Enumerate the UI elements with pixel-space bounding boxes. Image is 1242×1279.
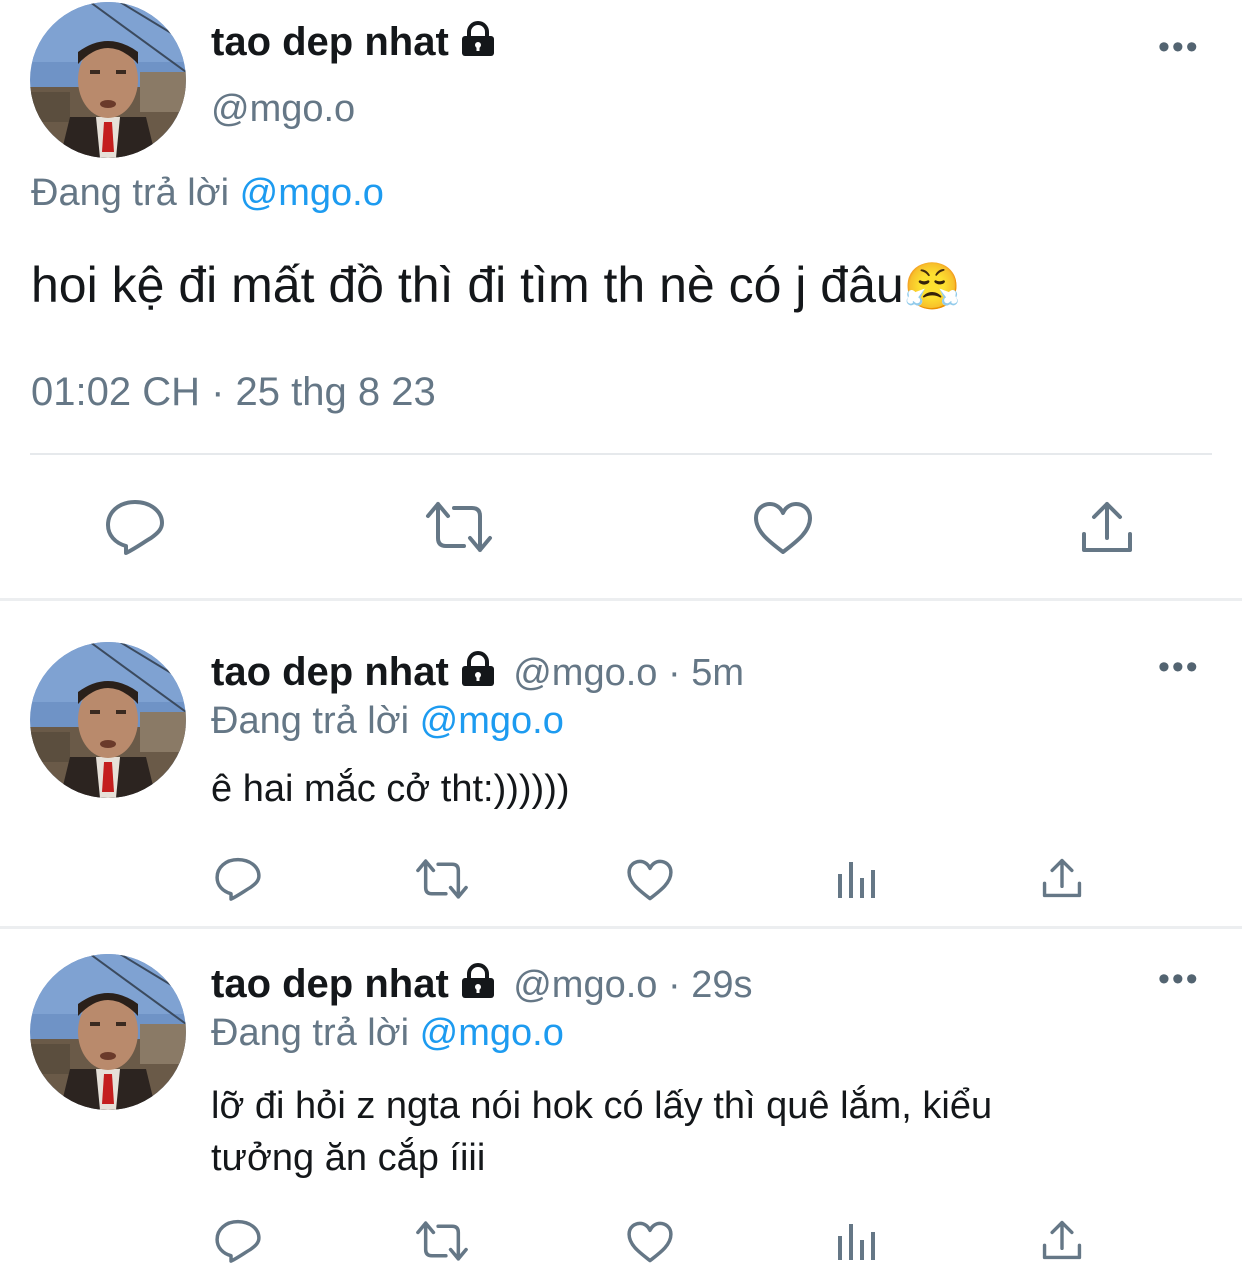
- reply-header: tao dep nhat @mgo.o · 5m: [211, 650, 744, 695]
- share-icon[interactable]: [1078, 498, 1136, 556]
- avatar[interactable]: [30, 2, 186, 158]
- like-icon[interactable]: [752, 500, 814, 556]
- retweet-icon[interactable]: [414, 858, 470, 900]
- tweet-text: hoi kệ đi mất đồ thì đi tìm th nè có j đ…: [31, 256, 961, 314]
- replying-to: Đang trả lời @mgo.o: [31, 172, 384, 215]
- like-icon[interactable]: [626, 1220, 674, 1264]
- reply-text: ê hai mắc cở tht:)))))): [211, 768, 570, 810]
- display-name[interactable]: tao dep nhat: [211, 650, 449, 694]
- more-options-icon[interactable]: •••: [1158, 960, 1200, 999]
- display-name[interactable]: tao dep nhat: [211, 962, 449, 1006]
- share-icon[interactable]: [1040, 1218, 1084, 1262]
- divider: [0, 598, 1242, 601]
- more-options-icon[interactable]: •••: [1158, 648, 1200, 687]
- reply-mention-link[interactable]: @mgo.o: [240, 172, 384, 214]
- analytics-icon[interactable]: [836, 858, 878, 900]
- retweet-icon[interactable]: [414, 1220, 470, 1262]
- avatar[interactable]: [30, 954, 186, 1110]
- handle-time[interactable]: @mgo.o · 29s: [513, 964, 752, 1006]
- divider: [0, 926, 1242, 929]
- reply-text-line: tưởng ăn cắp íiii: [211, 1137, 486, 1179]
- replying-to: Đang trả lời @mgo.o: [211, 700, 564, 743]
- lock-icon: [459, 21, 497, 67]
- replying-to-label: Đang trả lời: [31, 172, 230, 214]
- handle[interactable]: @mgo.o: [211, 88, 355, 131]
- lock-icon: [459, 963, 497, 1004]
- lock-icon: [459, 651, 497, 692]
- reply-header: tao dep nhat @mgo.o · 29s: [211, 962, 752, 1007]
- replying-to: Đang trả lời @mgo.o: [211, 1012, 564, 1055]
- tweet-text-body: hoi kệ đi mất đồ thì đi tìm th nè có j đ…: [31, 257, 904, 313]
- tweet-timestamp[interactable]: 01:02 CH · 25 thg 8 23: [31, 370, 436, 415]
- reply-mention-link[interactable]: @mgo.o: [420, 700, 564, 742]
- like-icon[interactable]: [626, 858, 674, 902]
- reply-text-line: lỡ đi hỏi z ngta nói hok có lấy thì quê …: [211, 1085, 993, 1127]
- more-options-icon[interactable]: •••: [1158, 28, 1200, 67]
- replying-to-label: Đang trả lời: [211, 700, 410, 742]
- avatar[interactable]: [30, 642, 186, 798]
- analytics-icon[interactable]: [836, 1220, 878, 1262]
- display-name[interactable]: tao dep nhat: [211, 20, 497, 67]
- reply-icon[interactable]: [214, 1218, 262, 1264]
- handle-time[interactable]: @mgo.o · 5m: [513, 652, 744, 694]
- reply-text: lỡ đi hỏi z ngta nói hok có lấy thì quê …: [211, 1080, 992, 1184]
- reply-icon[interactable]: [214, 856, 262, 902]
- share-icon[interactable]: [1040, 856, 1084, 900]
- emoji: 😤: [903, 260, 961, 312]
- retweet-icon[interactable]: [424, 500, 494, 554]
- reply-icon[interactable]: [104, 498, 166, 556]
- display-name-text[interactable]: tao dep nhat: [211, 20, 449, 64]
- replying-to-label: Đang trả lời: [211, 1012, 410, 1054]
- divider: [30, 453, 1212, 455]
- reply-mention-link[interactable]: @mgo.o: [420, 1012, 564, 1054]
